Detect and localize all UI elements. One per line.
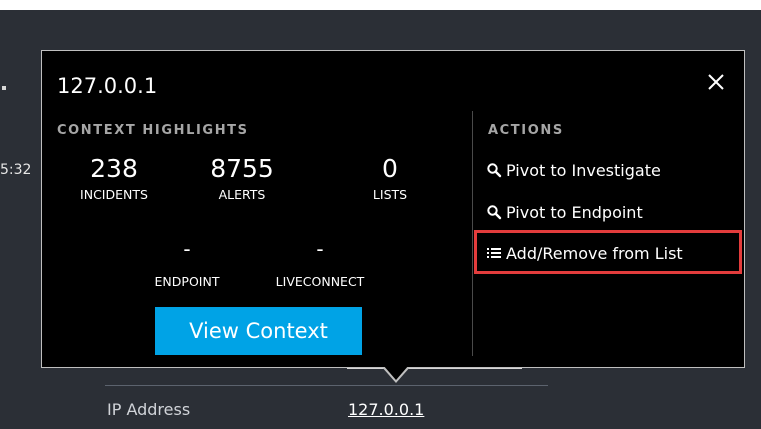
highlight-box bbox=[474, 230, 742, 274]
stat-liveconnect[interactable]: - LIVECONNECT bbox=[264, 236, 376, 289]
lists-label: LISTS bbox=[372, 187, 408, 202]
incidents-count: 238 bbox=[90, 154, 138, 183]
background-divider bbox=[105, 385, 548, 386]
context-popup: 127.0.0.1 CONTEXT HIGHLIGHTS ACTIONS 238… bbox=[41, 50, 745, 368]
close-icon bbox=[708, 74, 724, 90]
pivot-to-investigate-label: Pivot to Investigate bbox=[506, 160, 661, 180]
incidents-label: INCIDENTS bbox=[80, 187, 148, 202]
search-icon bbox=[487, 163, 502, 178]
lists-count: 0 bbox=[382, 154, 398, 183]
endpoint-label: ENDPOINT bbox=[154, 274, 220, 289]
stat-incidents[interactable]: 238 INCIDENTS bbox=[70, 154, 158, 202]
close-button[interactable] bbox=[702, 67, 730, 97]
ip-address-value-link[interactable]: 127.0.0.1 bbox=[348, 400, 424, 419]
column-divider bbox=[472, 111, 473, 356]
popup-title: 127.0.0.1 bbox=[57, 74, 158, 98]
stat-lists[interactable]: 0 LISTS bbox=[360, 154, 420, 202]
actions-heading: ACTIONS bbox=[488, 123, 564, 138]
context-highlights-heading: CONTEXT HIGHLIGHTS bbox=[57, 123, 249, 138]
ip-address-label: IP Address bbox=[107, 400, 191, 419]
popup-pointer-fill bbox=[383, 365, 409, 380]
liveconnect-label: LIVECONNECT bbox=[275, 274, 365, 289]
alerts-label: ALERTS bbox=[218, 187, 266, 202]
endpoint-value: - bbox=[183, 237, 191, 261]
search-icon bbox=[487, 205, 502, 220]
background-bullet bbox=[2, 86, 6, 90]
alerts-count: 8755 bbox=[210, 154, 274, 183]
stat-alerts[interactable]: 8755 ALERTS bbox=[197, 154, 287, 202]
top-strip bbox=[0, 0, 761, 10]
pivot-to-endpoint-action[interactable]: Pivot to Endpoint bbox=[486, 198, 643, 226]
liveconnect-value: - bbox=[316, 237, 324, 261]
stat-endpoint[interactable]: - ENDPOINT bbox=[142, 236, 232, 289]
view-context-button[interactable]: View Context bbox=[155, 307, 362, 355]
pivot-to-investigate-action[interactable]: Pivot to Investigate bbox=[486, 156, 661, 184]
pivot-to-endpoint-label: Pivot to Endpoint bbox=[506, 202, 643, 222]
background-timestamp-fragment: 5:32 bbox=[0, 162, 32, 178]
